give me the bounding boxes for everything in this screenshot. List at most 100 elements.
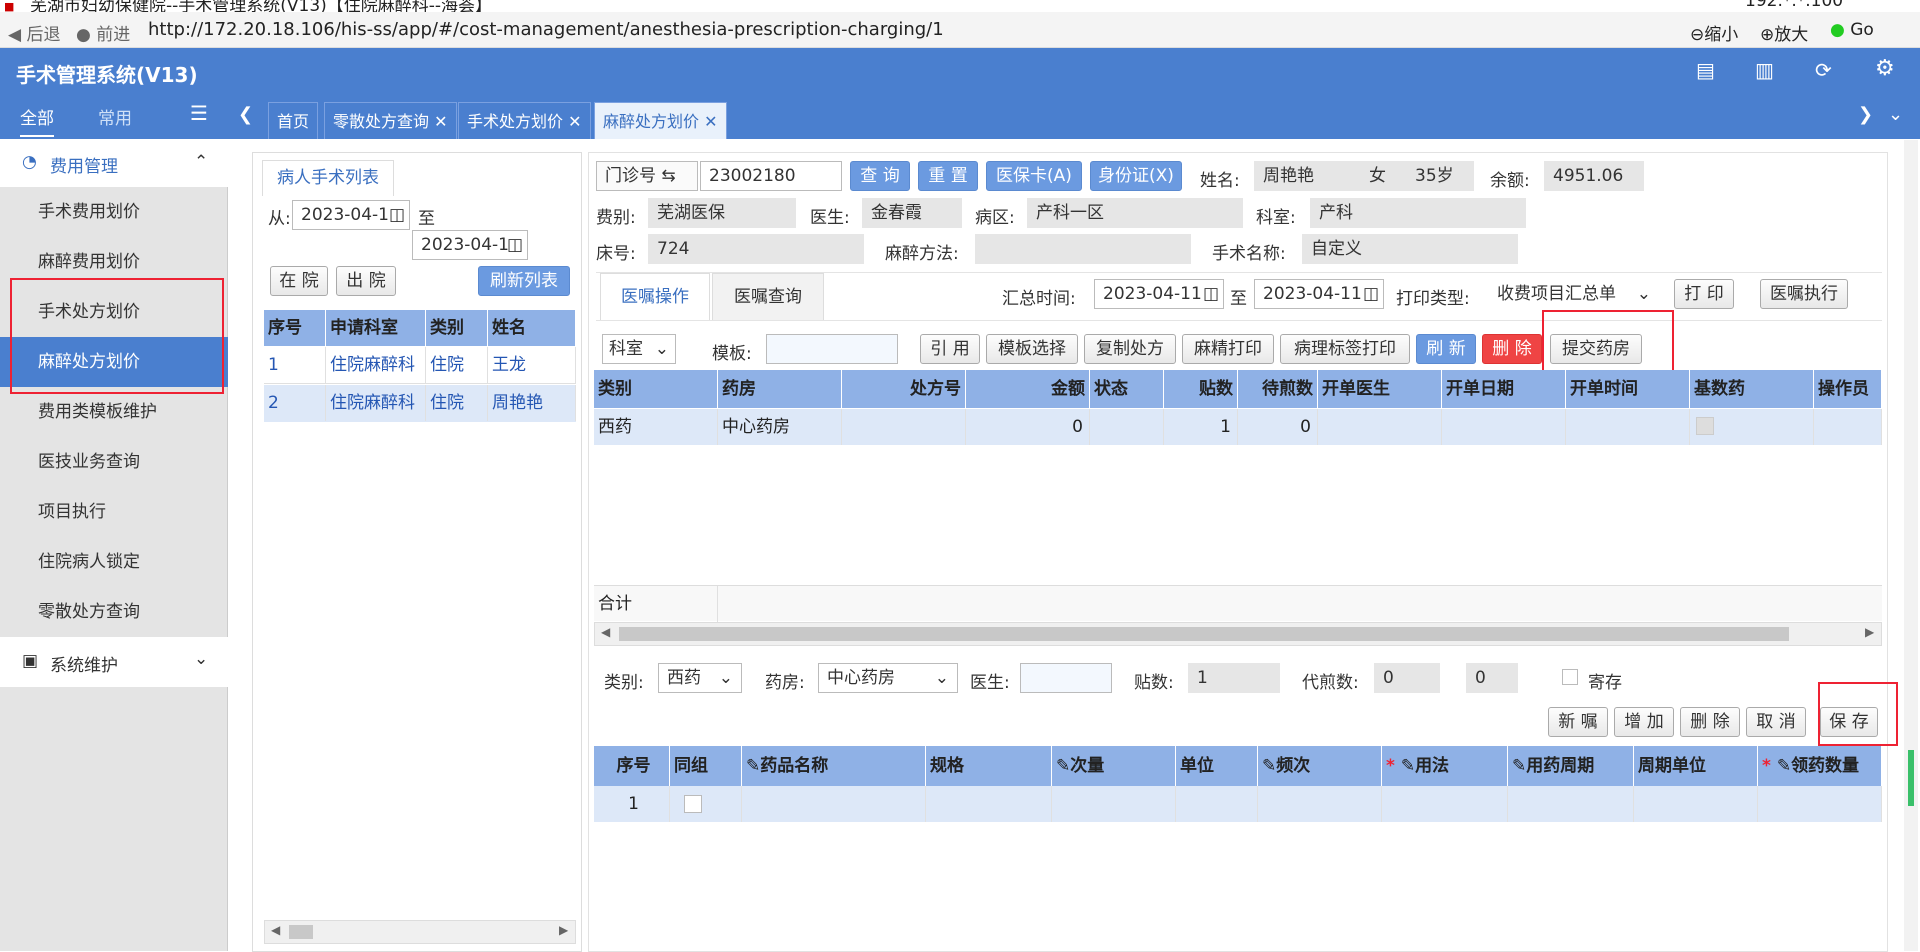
- sidebar-group-fee[interactable]: ◔ 费用管理 ⌃: [0, 139, 228, 187]
- drug-name-cell[interactable]: [742, 786, 926, 822]
- store-checkbox[interactable]: [1562, 669, 1578, 685]
- tab-order-query[interactable]: 医嘱查询: [712, 273, 824, 321]
- table-row[interactable]: 2 住院麻醉科 住院 周艳艳: [264, 385, 576, 422]
- close-icon[interactable]: ✕: [434, 112, 447, 131]
- sidebar-item-surgery-prescription[interactable]: 手术处方划价: [0, 287, 228, 337]
- horizontal-scrollbar[interactable]: ◀ ▶: [264, 920, 576, 944]
- quantity-cell[interactable]: [1758, 786, 1882, 822]
- in-hospital-button[interactable]: 在 院: [270, 266, 328, 296]
- scroll-right-icon[interactable]: ▶: [559, 923, 568, 937]
- template-select-button[interactable]: 模板选择: [986, 334, 1078, 364]
- to-date-input[interactable]: 2023-04-1 ◫: [412, 230, 528, 260]
- id-card-button[interactable]: 身份证(X): [1090, 161, 1182, 191]
- dept-select[interactable]: 科室 ⌄: [602, 334, 676, 364]
- narcotic-print-button[interactable]: 麻精打印: [1182, 334, 1274, 364]
- sidebar-tab-all[interactable]: 全部: [20, 104, 54, 137]
- scroll-thumb[interactable]: [289, 925, 313, 939]
- cell: 西药: [594, 409, 718, 445]
- clinic-no-input[interactable]: 23002180: [700, 161, 842, 191]
- menu-icon[interactable]: ☰: [190, 101, 208, 125]
- doses-field[interactable]: 1: [1188, 663, 1280, 693]
- sidebar-group-system[interactable]: ▣ 系统维护 ⌄: [0, 637, 228, 687]
- submit-pharmacy-button[interactable]: 提交药房: [1550, 334, 1642, 364]
- table-row[interactable]: 1: [594, 786, 1882, 822]
- sidebar-item-anesthesia-fee[interactable]: 麻醉费用划价: [0, 237, 228, 287]
- sidebar-item-execution[interactable]: 项目执行: [0, 487, 228, 537]
- close-icon[interactable]: ✕: [568, 112, 581, 131]
- discharged-button[interactable]: 出 院: [336, 266, 396, 296]
- dose-cell[interactable]: [1052, 786, 1176, 822]
- scroll-left-icon[interactable]: ◀: [601, 625, 610, 639]
- card-icon[interactable]: ▤: [1696, 58, 1715, 82]
- scroll-thumb[interactable]: [619, 627, 1789, 641]
- go-button[interactable]: ● Go: [1830, 20, 1874, 40]
- print-type-select[interactable]: 收费项目汇总单 ⌄: [1488, 279, 1660, 309]
- table-row[interactable]: 1 住院麻醉科 住院 王龙: [264, 347, 576, 384]
- same-group-checkbox[interactable]: [684, 795, 702, 813]
- summary-date-from[interactable]: 2023-04-11 ◫: [1094, 279, 1224, 309]
- print-type-value: 收费项目汇总单: [1497, 284, 1616, 304]
- refresh-list-button[interactable]: 刷新列表: [478, 266, 570, 296]
- zoom-in-button[interactable]: ⊕放大: [1760, 20, 1808, 45]
- pathology-label-print-button[interactable]: 病理标签打印: [1280, 334, 1410, 364]
- horizontal-scrollbar[interactable]: ◀ ▶: [594, 622, 1882, 646]
- reference-button[interactable]: 引 用: [920, 334, 980, 364]
- tab-next-icon[interactable]: ❯: [1858, 104, 1873, 125]
- pharmacy-select[interactable]: 中心药房 ⌄: [818, 663, 958, 693]
- forward-button[interactable]: ● 前进: [76, 20, 130, 45]
- reset-button[interactable]: 重 置: [918, 161, 978, 191]
- period-cell[interactable]: [1508, 786, 1634, 822]
- tab-anesthesia-prescription[interactable]: 麻醉处方划价 ✕: [594, 102, 727, 139]
- url-field[interactable]: http://172.20.18.106/his-ss/app/#/cost-m…: [148, 19, 944, 40]
- close-icon[interactable]: ✕: [704, 112, 717, 131]
- table-row[interactable]: 西药 中心药房 0 1 0: [594, 409, 1882, 445]
- tab-surgery-prescription[interactable]: 手术处方划价 ✕: [458, 102, 591, 139]
- chevron-down-icon: ⌄: [1636, 284, 1651, 304]
- frequency-cell[interactable]: [1258, 786, 1382, 822]
- sidebar-item-template[interactable]: 费用类模板维护: [0, 387, 228, 437]
- clinic-no-switch[interactable]: 门诊号 ⇆: [596, 161, 698, 191]
- scroll-right-icon[interactable]: ▶: [1865, 625, 1874, 639]
- tab-order-operation[interactable]: 医嘱操作: [600, 273, 710, 321]
- sidebar-item-medtech-query[interactable]: 医技业务查询: [0, 437, 228, 487]
- usage-cell[interactable]: [1382, 786, 1508, 822]
- insurance-card-button[interactable]: 医保卡(A): [986, 161, 1082, 191]
- tab-prev-icon[interactable]: ❮: [238, 104, 253, 125]
- scroll-left-icon[interactable]: ◀: [271, 923, 280, 937]
- sidebar-item-patient-lock[interactable]: 住院病人锁定: [0, 537, 228, 587]
- document-icon[interactable]: ▥: [1755, 58, 1774, 82]
- back-button[interactable]: ◀ 后退: [8, 20, 60, 45]
- save-button[interactable]: 保 存: [1820, 707, 1878, 737]
- tab-loose-prescription[interactable]: 零散处方查询 ✕: [324, 102, 457, 139]
- delete-button[interactable]: 删 除: [1482, 334, 1542, 364]
- sidebar-item-loose-prescription[interactable]: 零散处方查询: [0, 587, 228, 637]
- from-date-input[interactable]: 2023-04-1 ◫: [292, 200, 410, 230]
- print-button[interactable]: 打 印: [1674, 279, 1734, 309]
- remove-button[interactable]: 删 除: [1680, 707, 1740, 737]
- detail-doctor-input[interactable]: [1020, 663, 1112, 693]
- scroll-thumb[interactable]: [1908, 750, 1914, 806]
- tab-home[interactable]: 首页: [268, 102, 319, 139]
- add-button[interactable]: 增 加: [1614, 707, 1674, 737]
- category-select[interactable]: 西药 ⌄: [658, 663, 742, 693]
- gear-icon[interactable]: ⚙: [1875, 56, 1895, 81]
- sidebar-tab-common[interactable]: 常用: [98, 104, 132, 129]
- template-input[interactable]: [766, 334, 898, 364]
- tab-menu-chevron-icon[interactable]: ⌄: [1888, 104, 1903, 125]
- refresh-button[interactable]: 刷 新: [1416, 334, 1476, 364]
- vertical-scrollbar[interactable]: [1904, 140, 1918, 951]
- sidebar-item-surgery-fee[interactable]: 手术费用划价: [0, 187, 228, 237]
- copy-prescription-button[interactable]: 复制处方: [1084, 334, 1176, 364]
- decoct-field-1[interactable]: 0: [1374, 663, 1440, 693]
- new-order-button[interactable]: 新 嘱: [1548, 707, 1608, 737]
- summary-date-to[interactable]: 2023-04-11 ◫: [1254, 279, 1384, 309]
- refresh-icon[interactable]: ⟳: [1815, 58, 1832, 82]
- query-button[interactable]: 查 询: [850, 161, 910, 191]
- sidebar-item-anesthesia-prescription[interactable]: 麻醉处方划价: [0, 337, 228, 387]
- zoom-out-button[interactable]: ⊖缩小: [1690, 20, 1738, 45]
- order-execute-button[interactable]: 医嘱执行: [1760, 279, 1848, 309]
- cancel-button[interactable]: 取 消: [1746, 707, 1806, 737]
- base-drug-checkbox[interactable]: [1696, 417, 1714, 435]
- edit-icon: ✎: [1262, 756, 1277, 776]
- decoct-field-2[interactable]: 0: [1466, 663, 1518, 693]
